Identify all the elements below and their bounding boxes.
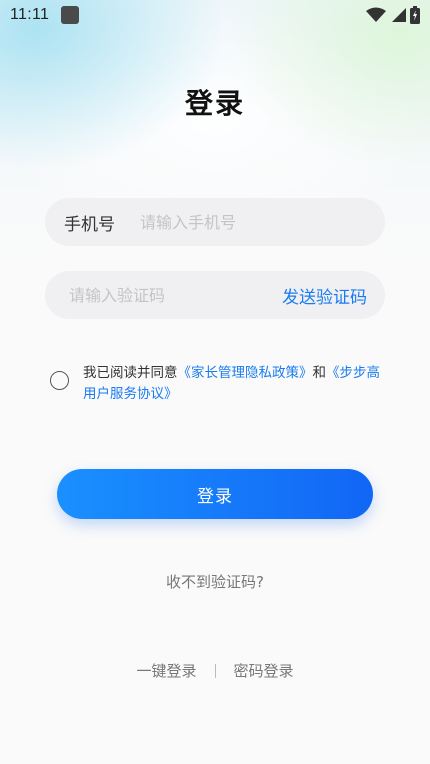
password-login-link[interactable]: 密码登录: [234, 660, 294, 681]
agreement-prefix: 我已阅读并同意: [83, 365, 178, 381]
phone-label: 手机号: [64, 214, 115, 235]
status-bar: 11:11: [0, 0, 430, 30]
privacy-policy-link[interactable]: 《家长管理隐私政策》: [178, 365, 313, 381]
alternative-login: 一键登录 密码登录: [0, 660, 430, 681]
no-code-link[interactable]: 收不到验证码?: [0, 571, 430, 592]
send-code-button[interactable]: 发送验证码: [282, 283, 367, 308]
agreement-row: 我已阅读并同意《家长管理隐私政策》和《步步高用户服务协议》: [50, 363, 390, 405]
wifi-icon: [366, 7, 386, 22]
agreement-conjunction: 和: [312, 365, 327, 381]
login-button[interactable]: 登录: [57, 469, 373, 519]
battery-charging-icon: [410, 6, 420, 24]
cellular-signal-icon: [392, 8, 406, 22]
phone-field: 手机号: [45, 198, 385, 246]
one-tap-login-link[interactable]: 一键登录: [136, 660, 196, 681]
app-notification-icon: [61, 6, 80, 24]
agreement-checkbox[interactable]: [50, 371, 69, 390]
divider: [214, 663, 216, 678]
status-icons: [366, 6, 420, 24]
agreement-text: 我已阅读并同意《家长管理隐私政策》和《步步高用户服务协议》: [83, 363, 390, 405]
verification-code-field: 发送验证码: [45, 271, 385, 319]
status-time: 11:11: [10, 6, 50, 23]
page-title: 登录: [184, 87, 245, 120]
phone-input[interactable]: [140, 212, 360, 232]
verification-code-input[interactable]: [69, 285, 269, 305]
